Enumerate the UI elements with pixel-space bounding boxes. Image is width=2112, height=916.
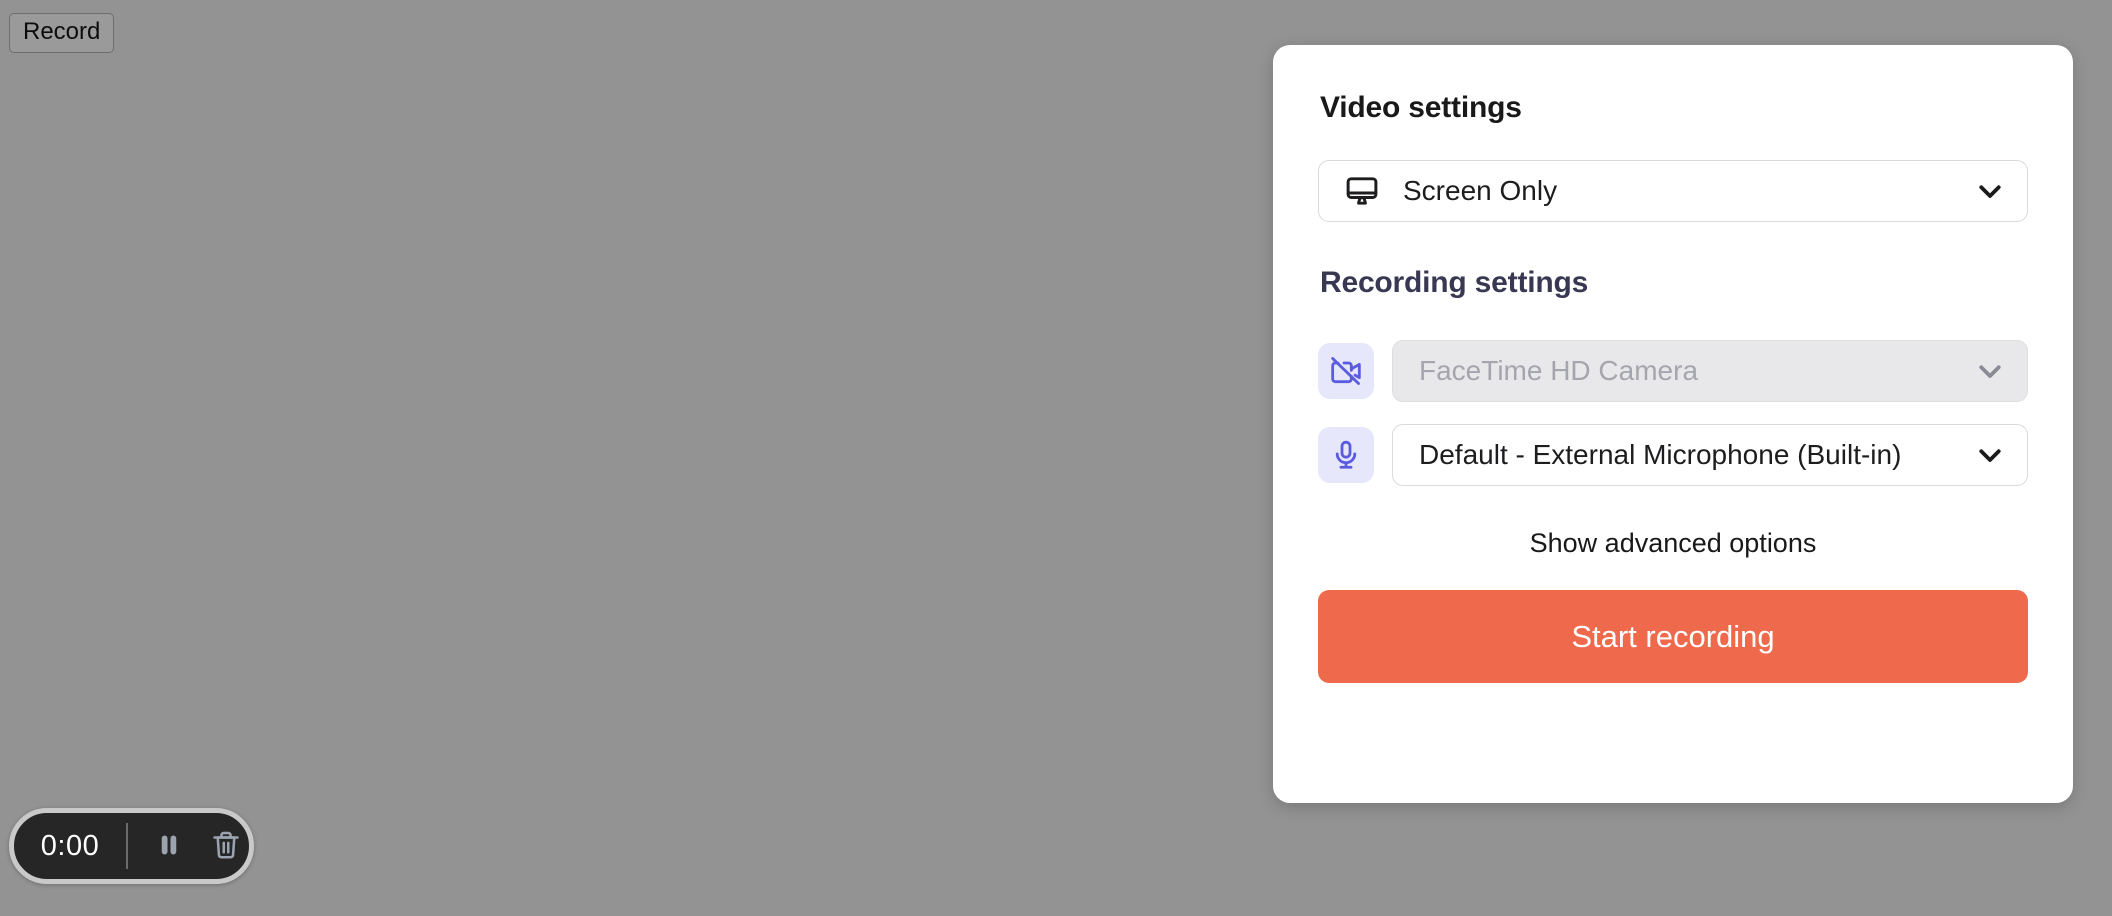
recorder-settings-panel: Video settings Screen Only Recording set… — [1273, 45, 2073, 803]
trash-icon — [210, 829, 242, 864]
delete-recording-button[interactable] — [210, 829, 242, 864]
screen-source-value: Screen Only — [1403, 175, 1558, 206]
microphone-select[interactable]: Default - External Microphone (Built-in) — [1392, 424, 2028, 486]
chevron-down-icon[interactable] — [1975, 440, 2005, 470]
start-recording-button[interactable]: Start recording — [1318, 590, 2028, 683]
recorder-control-widget: 0:00 — [9, 808, 254, 884]
chevron-down-icon[interactable] — [1975, 176, 2005, 206]
video-settings-heading: Video settings — [1320, 91, 1522, 124]
show-advanced-options-link[interactable]: Show advanced options — [1318, 528, 2028, 559]
screen-source-select[interactable]: Screen Only — [1318, 160, 2028, 222]
camera-select: FaceTime HD Camera — [1392, 340, 2028, 402]
recording-timer: 0:00 — [40, 829, 100, 862]
monitor-icon — [1345, 174, 1379, 208]
pause-icon — [154, 830, 184, 863]
pause-button[interactable] — [154, 830, 184, 863]
camera-device-row: FaceTime HD Camera — [1318, 340, 2028, 402]
microphone-icon[interactable] — [1318, 427, 1374, 483]
camera-select-value: FaceTime HD Camera — [1419, 355, 1699, 386]
microphone-device-row: Default - External Microphone (Built-in) — [1318, 424, 2028, 486]
chevron-down-icon — [1975, 356, 2005, 386]
record-button[interactable]: Record — [9, 13, 115, 54]
video-off-icon[interactable] — [1318, 343, 1374, 399]
recorder-controls — [128, 829, 249, 864]
recording-settings-heading: Recording settings — [1320, 266, 1589, 299]
microphone-select-value: Default - External Microphone (Built-in) — [1419, 439, 1902, 470]
